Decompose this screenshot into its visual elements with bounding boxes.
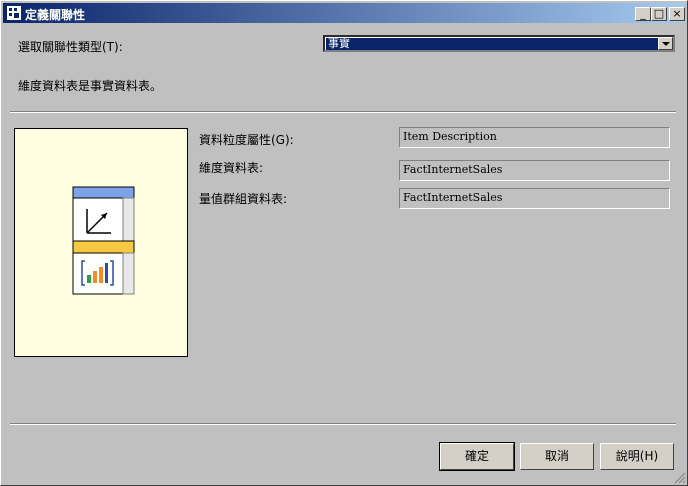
granularity-attribute-label: 資料粒度屬性(G):	[199, 133, 294, 147]
bottom-divider	[10, 423, 676, 425]
chevron-down-icon	[662, 42, 670, 46]
maximize-button[interactable]: □	[651, 7, 667, 21]
relationship-type-value: 事實	[326, 38, 658, 50]
resize-grip-icon[interactable]	[674, 472, 686, 484]
minimize-button[interactable]: _	[635, 7, 651, 21]
cancel-button[interactable]: 取消	[520, 443, 594, 470]
dimension-table-field: FactInternetSales	[399, 160, 670, 181]
fact-table-icon	[72, 240, 135, 295]
dimension-table-label: 維度資料表:	[199, 161, 264, 175]
dropdown-button[interactable]	[658, 37, 673, 50]
dimension-icon	[7, 6, 21, 20]
measure-group-table-label: 量值群組資料表:	[199, 192, 288, 206]
granularity-attribute-field: Item Description	[399, 127, 670, 148]
help-button[interactable]: 說明(H)	[600, 443, 674, 470]
relationship-description: 維度資料表是事實資料表。	[18, 79, 163, 93]
fact-relationship-diagram	[72, 186, 135, 295]
title-bar: 定義關聯性 _ □ ×	[3, 3, 685, 23]
dimension-table-icon	[72, 186, 135, 242]
relationship-preview	[14, 128, 188, 357]
close-button[interactable]: ×	[669, 7, 685, 21]
top-divider	[10, 111, 676, 113]
window-title: 定義關聯性	[25, 8, 86, 22]
relationship-type-select[interactable]: 事實	[323, 35, 675, 52]
ok-button[interactable]: 確定	[439, 442, 515, 471]
relationship-type-label: 選取關聯性類型(T):	[18, 40, 123, 54]
measure-group-table-field: FactInternetSales	[399, 188, 670, 209]
